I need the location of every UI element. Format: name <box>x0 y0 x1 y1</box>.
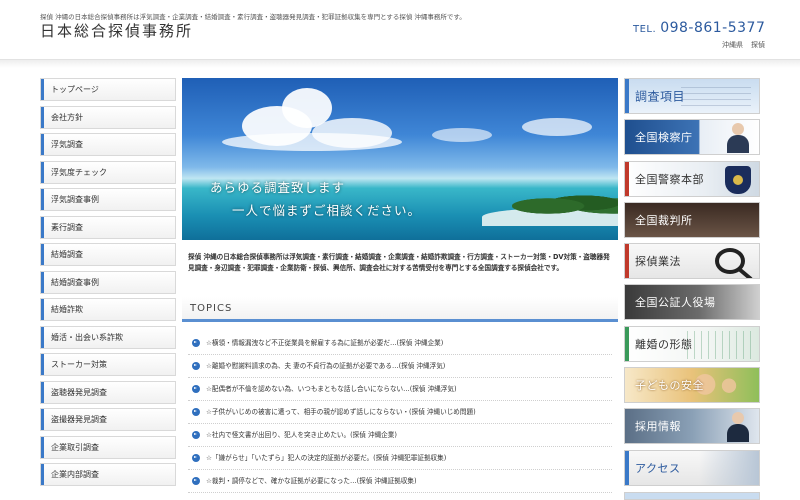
arrow-circle-icon <box>192 454 200 462</box>
magnifier-icon <box>715 248 745 275</box>
topic-text: ☆離婚や慰謝料請求の為、夫 妻の不貞行為の証拠が必要である…(探偵 沖縄浮気) <box>206 362 446 370</box>
region-keyword: 探偵 <box>751 41 765 49</box>
arrow-circle-icon <box>192 431 200 439</box>
site-title[interactable]: 日本総合探偵事務所 <box>40 20 193 41</box>
hero-copy-line1: あらゆる調査致します <box>210 180 346 195</box>
banner-accent <box>625 326 629 361</box>
banner-accent <box>625 244 629 279</box>
arrow-circle-icon <box>192 385 200 393</box>
document-graphic <box>681 83 751 111</box>
topic-item[interactable]: ☆「嫌がらせ」「いたずら」犯人の決定的証拠が必要だ。(探偵 沖縄犯罪証拠収集) <box>188 447 612 470</box>
banner-label: 採用情報 <box>635 420 681 434</box>
banner-access[interactable]: アクセス <box>624 449 760 486</box>
sidebar-item-marriage-cases[interactable]: 結婚調査事例 <box>40 270 176 294</box>
header-region: 沖縄県 探偵 <box>722 40 765 50</box>
sidebar-item-conduct[interactable]: 素行調査 <box>40 215 176 239</box>
banner-label: 探偵業法 <box>635 255 681 269</box>
hero-cloud <box>222 133 402 151</box>
intro-text: 探偵 沖縄の日本総合探偵事務所は浮気調査・素行調査・結婚調査・企業調査・結婚詐欺… <box>188 253 610 272</box>
topics-list: ☆横領・情報漏洩など不正従業員を解雇する為に証拠が必要だ…(探偵 沖縄企業) ☆… <box>188 332 612 493</box>
sidebar-item-dating-fraud[interactable]: 婚活・出会い系詐欺 <box>40 325 176 349</box>
topic-text: ☆横領・情報漏洩など不正従業員を解雇する為に証拠が必要だ…(探偵 沖縄企業) <box>206 339 444 347</box>
banner-child-safety[interactable]: 子どもの安全 <box>624 367 760 404</box>
sidebar-item-marriage-fraud[interactable]: 結婚詐欺 <box>40 298 176 321</box>
topic-text: ☆子供がいじめの被害に遭って、相手の親が認めず話しにならない・(探偵 沖縄いじめ… <box>206 408 476 416</box>
banner-accent <box>625 450 629 485</box>
building-graphic <box>699 450 759 485</box>
banner-label: 離婚の形態 <box>635 337 693 351</box>
person-graphic <box>727 123 749 154</box>
banner-label: 全国裁判所 <box>635 213 693 227</box>
banner-label: 調査項目 <box>635 89 686 104</box>
topics-heading: TOPICS <box>190 303 233 314</box>
banner-recruit[interactable]: 採用情報 <box>624 408 760 445</box>
hero-palm-trees <box>512 188 618 218</box>
banner-police[interactable]: 全国警察本部 <box>624 160 760 197</box>
topic-item[interactable]: ☆社内で怪文書が出回り、犯人を突き止めたい。(探偵 沖縄企業) <box>188 424 612 447</box>
banner-accent <box>625 79 629 113</box>
hero-banner: あらゆる調査致します 一人で悩まずご相談ください。 <box>182 78 618 240</box>
sidebar-item-infidelity-cases[interactable]: 浮気調査事例 <box>40 188 176 211</box>
sidebar-item-bug-detection[interactable]: 盗聴器発見調査 <box>40 380 176 404</box>
banner-label: 子どもの安全 <box>635 379 704 393</box>
banner-label: 全国公証人役場 <box>635 296 716 310</box>
police-badge-icon <box>725 165 751 194</box>
topic-item[interactable]: ☆横領・情報漏洩など不正従業員を解雇する為に証拠が必要だ…(探偵 沖縄企業) <box>188 332 612 355</box>
header-divider <box>0 60 800 68</box>
tel-number[interactable]: TEL. 098-861-5377 <box>633 20 765 36</box>
sidebar-item-policy[interactable]: 会社方針 <box>40 105 176 129</box>
site-header: 探偵 沖縄の日本総合探偵事務所は浮気調査・企業調査・結婚調査・素行調査・盗聴器発… <box>0 0 800 60</box>
topic-item[interactable]: ☆配偶者が不倫を認めない為、いつもまともな話し合いにならない…(探偵 沖縄浮気) <box>188 378 612 401</box>
topic-text: ☆社内で怪文書が出回り、犯人を突き止めたい。(探偵 沖縄企業) <box>206 431 397 439</box>
banner-prosecutors[interactable]: 全国検察庁 <box>624 119 760 156</box>
arrow-circle-icon <box>192 477 200 485</box>
arrow-circle-icon <box>192 339 200 347</box>
hero-copy-line2: 一人で悩まずご相談ください。 <box>232 203 422 218</box>
banner-accent <box>625 161 629 196</box>
sidebar-nav: トップページ 会社方針 浮気調査 浮気度チェック 浮気調査事例 素行調査 結婚調… <box>40 78 176 491</box>
tel-digits: 098-861-5377 <box>660 20 766 36</box>
banner-column: 調査項目 全国検察庁 全国警察本部 全国裁判所 探偵業法 全国公証人役場 離婚の… <box>624 78 760 491</box>
topic-text: ☆配偶者が不倫を認めない為、いつもまともな話し合いにならない…(探偵 沖縄浮気) <box>206 385 457 393</box>
sidebar-item-business-deal[interactable]: 企業取引調査 <box>40 435 176 459</box>
region-prefecture: 沖縄県 <box>722 41 743 49</box>
topic-item[interactable]: ☆子供がいじめの被害に遭って、相手の親が認めず話しにならない・(探偵 沖縄いじめ… <box>188 401 612 424</box>
arrow-circle-icon <box>192 362 200 370</box>
tel-label: TEL. <box>633 24 657 35</box>
banner-notary[interactable]: 全国公証人役場 <box>624 284 760 321</box>
sidebar-item-marriage[interactable]: 結婚調査 <box>40 243 176 266</box>
banner-divorce[interactable]: 離婚の形態 <box>624 325 760 362</box>
topic-item[interactable]: ☆裁判・調停などで、確かな証拠が必要になった…(探偵 沖縄証拠収集) <box>188 470 612 493</box>
sidebar-item-internal[interactable]: 企業内部調査 <box>40 463 176 486</box>
topic-text: ☆裁判・調停などで、確かな証拠が必要になった…(探偵 沖縄証拠収集) <box>206 477 417 485</box>
person-graphic <box>727 412 749 443</box>
sidebar-item-infidelity-check[interactable]: 浮気度チェック <box>40 160 176 184</box>
sidebar-item-top[interactable]: トップページ <box>40 78 176 101</box>
banner-label: 全国警察本部 <box>635 172 704 186</box>
banner-courts[interactable]: 全国裁判所 <box>624 201 760 238</box>
sidebar-item-infidelity[interactable]: 浮気調査 <box>40 133 176 156</box>
hero-cloud <box>432 128 492 142</box>
topic-item[interactable]: ☆離婚や慰謝料請求の為、夫 妻の不貞行為の証拠が必要である…(探偵 沖縄浮気) <box>188 355 612 378</box>
topics-heading-bar: TOPICS <box>182 297 618 322</box>
banner-label: 全国検察庁 <box>635 131 693 145</box>
topic-text: ☆「嫌がらせ」「いたずら」犯人の決定的証拠が必要だ。(探偵 沖縄犯罪証拠収集) <box>206 454 447 462</box>
sidebar-item-stalker[interactable]: ストーカー対策 <box>40 353 176 376</box>
banner-investigation-items[interactable]: 調査項目 <box>624 78 760 114</box>
arrow-circle-icon <box>192 408 200 416</box>
sidebar-item-camera-detection[interactable]: 盗撮器発見調査 <box>40 408 176 431</box>
banner-next-partial[interactable] <box>624 492 760 500</box>
hero-cloud <box>522 118 592 136</box>
banner-detective-law[interactable]: 探偵業法 <box>624 243 760 280</box>
banner-label: アクセス <box>635 461 681 475</box>
